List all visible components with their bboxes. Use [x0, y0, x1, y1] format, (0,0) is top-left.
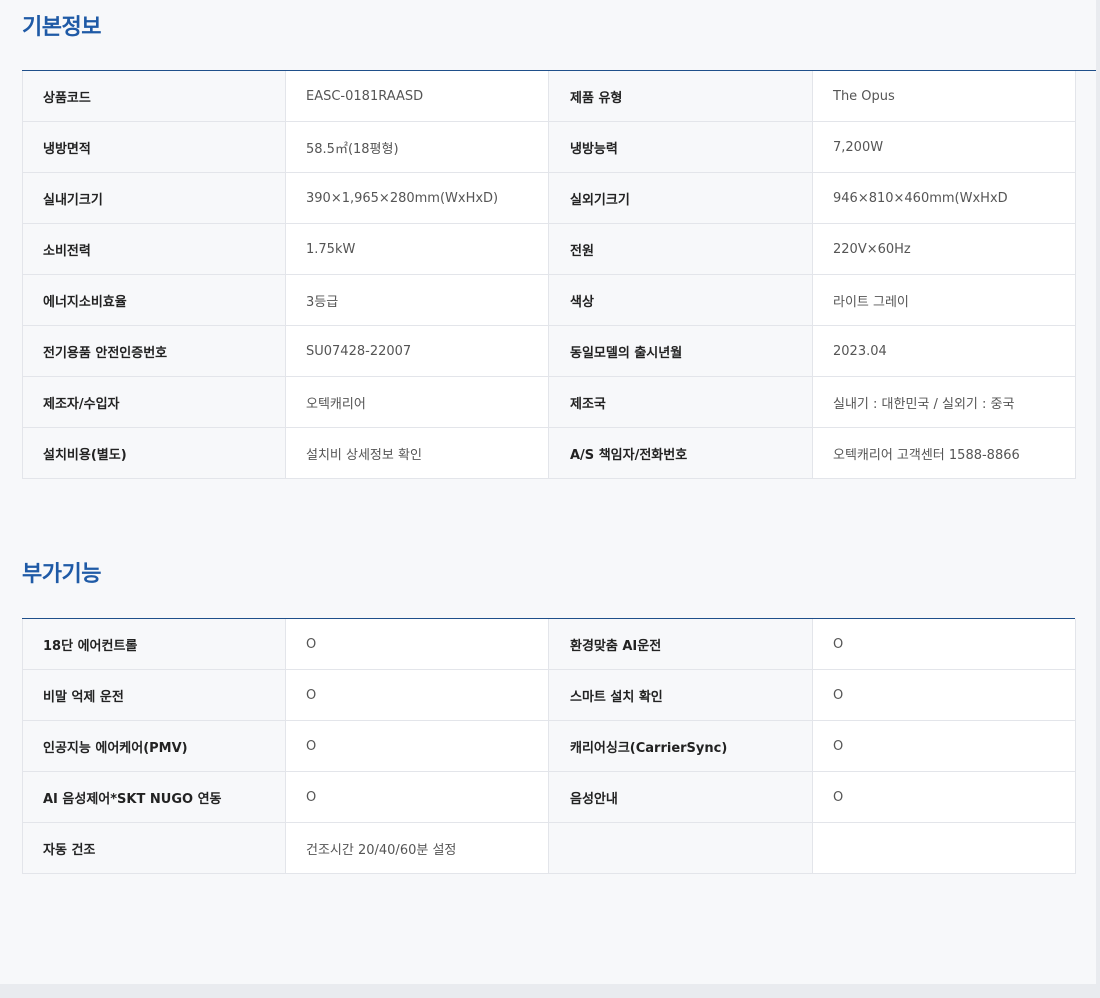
- table-row: 전기용품 안전인증번호 SU07428-22007 동일모델의 출시년월 2023.0…: [22, 325, 1076, 377]
- spec-label: [548, 822, 813, 874]
- basic-info-table-wrap: 상품코드 EASC-0181RAASD 제품 유형 The Opus 냉방면적 58.5㎡…: [22, 70, 1098, 479]
- extra-features-table: 18단 에어컨트롤 O 환경맞춤 AI운전 O 비말 억제 운전 O 스마트 설치 확인 O 인…: [22, 619, 1076, 874]
- spec-value: O: [285, 669, 549, 721]
- spec-value: 설치비 상세정보 확인: [285, 427, 549, 479]
- spec-label: 제품 유형: [548, 71, 813, 122]
- spec-label: 색상: [548, 274, 813, 326]
- spec-value: 7,200W: [812, 121, 1076, 173]
- spec-label: 동일모델의 출시년월: [548, 325, 813, 377]
- table-row: 인공지능 에어케어(PMV) O 캐리어싱크(CarrierSync) O: [22, 720, 1076, 772]
- spec-value: 3등급: [285, 274, 549, 326]
- spec-value: 실내기 : 대한민국 / 실외기 : 중국: [812, 376, 1076, 428]
- spec-label: 자동 건조: [22, 822, 286, 874]
- extra-features-table-wrap: 18단 에어컨트롤 O 환경맞춤 AI운전 O 비말 억제 운전 O 스마트 설치 확인 O 인…: [22, 618, 1076, 874]
- table-row: 자동 건조 건조시간 20/40/60분 설정: [22, 822, 1076, 874]
- spec-label: 스마트 설치 확인: [548, 669, 813, 721]
- spec-label: 전기용품 안전인증번호: [22, 325, 286, 377]
- table-row: 제조자/수입자 오텍캐리어 제조국 실내기 : 대한민국 / 실외기 : 중국: [22, 376, 1076, 428]
- spec-value: [812, 822, 1076, 874]
- basic-info-title: 기본정보: [22, 15, 101, 40]
- spec-value: 오텍캐리어 고객센터 1588-8866: [812, 427, 1076, 479]
- spec-label: A/S 책임자/전화번호: [548, 427, 813, 479]
- table-row: AI 음성제어*SKT NUGO 연동 O 음성안내 O: [22, 771, 1076, 823]
- spec-value: O: [285, 619, 549, 670]
- basic-info-table: 상품코드 EASC-0181RAASD 제품 유형 The Opus 냉방면적 58.5㎡…: [22, 71, 1076, 479]
- spec-label: 18단 에어컨트롤: [22, 619, 286, 670]
- extra-features-title: 부가기능: [22, 562, 101, 587]
- table-row: 냉방면적 58.5㎡(18평형) 냉방능력 7,200W: [22, 121, 1076, 173]
- table-row: 소비전력 1.75kW 전원 220V×60Hz: [22, 223, 1076, 275]
- spec-value: O: [812, 619, 1076, 670]
- spec-label: 실내기크기: [22, 172, 286, 224]
- table-row: 비말 억제 운전 O 스마트 설치 확인 O: [22, 669, 1076, 721]
- spec-value: 58.5㎡(18평형): [285, 121, 549, 173]
- spec-label: 에너지소비효율: [22, 274, 286, 326]
- spec-value: 오텍캐리어: [285, 376, 549, 428]
- spec-value: 라이트 그레이: [812, 274, 1076, 326]
- spec-value: 1.75kW: [285, 223, 549, 275]
- spec-label: 음성안내: [548, 771, 813, 823]
- table-row: 상품코드 EASC-0181RAASD 제품 유형 The Opus: [22, 71, 1076, 122]
- spec-label: 소비전력: [22, 223, 286, 275]
- spec-label: 냉방능력: [548, 121, 813, 173]
- spec-label: 실외기크기: [548, 172, 813, 224]
- spec-value: O: [285, 771, 549, 823]
- spec-value: SU07428-22007: [285, 325, 549, 377]
- table-row: 에너지소비효율 3등급 색상 라이트 그레이: [22, 274, 1076, 326]
- spec-value: O: [812, 720, 1076, 772]
- panel-bottom-strip: [0, 984, 1100, 998]
- table-row: 설치비용(별도) 설치비 상세정보 확인 A/S 책임자/전화번호 오텍캐리어 고객센…: [22, 427, 1076, 479]
- spec-label: 비말 억제 운전: [22, 669, 286, 721]
- spec-label: 환경맞춤 AI운전: [548, 619, 813, 670]
- table-row: 18단 에어컨트롤 O 환경맞춤 AI운전 O: [22, 619, 1076, 670]
- panel-edge: [1096, 0, 1100, 998]
- spec-label: 설치비용(별도): [22, 427, 286, 479]
- spec-value: O: [812, 669, 1076, 721]
- spec-value: The Opus: [812, 71, 1076, 122]
- spec-label: 캐리어싱크(CarrierSync): [548, 720, 813, 772]
- table-row: 실내기크기 390×1,965×280mm(WxHxD) 실외기크기 946×810×…: [22, 172, 1076, 224]
- spec-value: O: [812, 771, 1076, 823]
- spec-panel: 기본정보 상품코드 EASC-0181RAASD 제품 유형 The Opus 냉방면적…: [0, 0, 1098, 984]
- spec-value: 946×810×460mm(WxHxD: [812, 172, 1076, 224]
- spec-label: 냉방면적: [22, 121, 286, 173]
- spec-label: 제조자/수입자: [22, 376, 286, 428]
- spec-value: EASC-0181RAASD: [285, 71, 549, 122]
- spec-value: O: [285, 720, 549, 772]
- spec-value: 2023.04: [812, 325, 1076, 377]
- spec-value: 건조시간 20/40/60분 설정: [285, 822, 549, 874]
- spec-value: 220V×60Hz: [812, 223, 1076, 275]
- spec-label: 전원: [548, 223, 813, 275]
- spec-value: 390×1,965×280mm(WxHxD): [285, 172, 549, 224]
- spec-label: 상품코드: [22, 71, 286, 122]
- spec-label: 제조국: [548, 376, 813, 428]
- spec-label: 인공지능 에어케어(PMV): [22, 720, 286, 772]
- spec-label: AI 음성제어*SKT NUGO 연동: [22, 771, 286, 823]
